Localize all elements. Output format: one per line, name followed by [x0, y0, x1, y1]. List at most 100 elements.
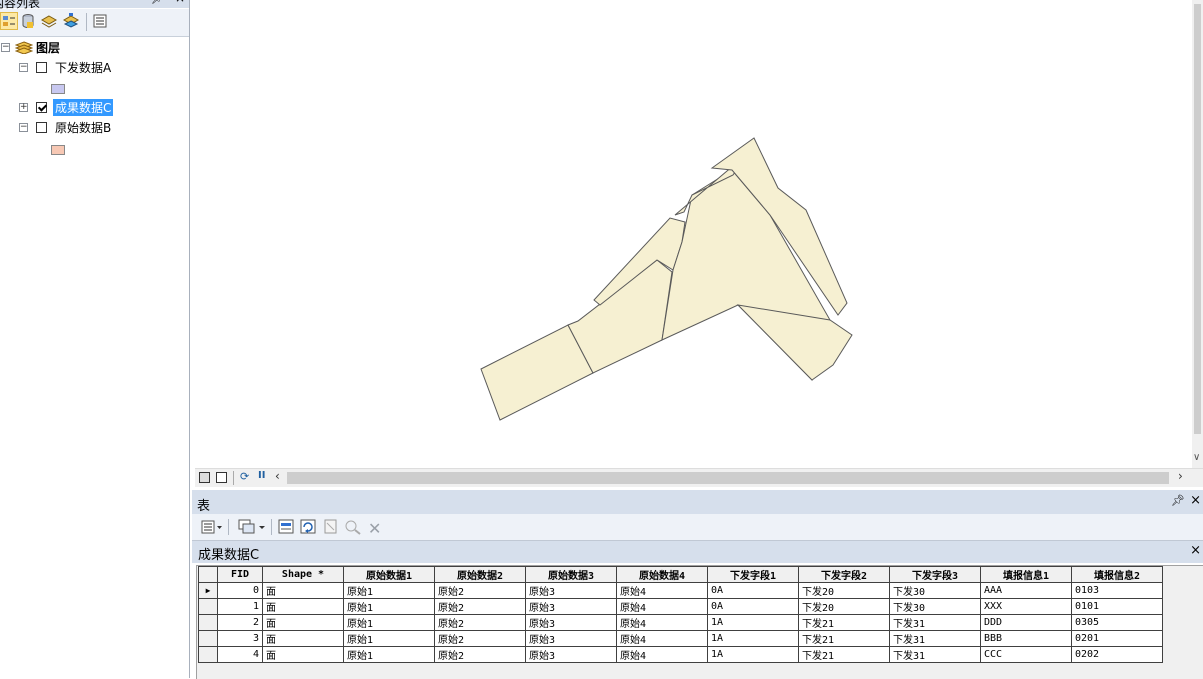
table-row[interactable]: ▶ 0 面原始1 原始2 原始3 原始4 0A 下发20 下发30 AAA 0103 — [198, 582, 1163, 599]
table-cell[interactable]: 4 — [217, 646, 263, 663]
table-cell[interactable]: 1 — [217, 598, 263, 615]
table-cell[interactable]: 0202 — [1071, 646, 1163, 663]
table-cell[interactable]: 下发21 — [798, 630, 890, 647]
column-header[interactable]: 下发字段3 — [889, 566, 981, 583]
table-cell[interactable]: 下发21 — [798, 646, 890, 663]
column-header[interactable]: 原始数据3 — [525, 566, 617, 583]
table-options-button[interactable] — [201, 520, 223, 537]
column-header[interactable]: 填报信息2 — [1071, 566, 1163, 583]
column-header[interactable]: 原始数据2 — [434, 566, 526, 583]
table-cell[interactable]: 0A — [707, 582, 799, 599]
row-selector[interactable] — [198, 630, 218, 647]
table-cell[interactable]: 面 — [262, 646, 344, 663]
layers-root-node[interactable]: − 图层 — [1, 38, 60, 56]
table-cell[interactable]: 原始1 — [343, 630, 435, 647]
table-cell[interactable]: 2 — [217, 614, 263, 631]
table-cell[interactable]: 原始2 — [434, 598, 526, 615]
table-cell[interactable]: BBB — [980, 630, 1072, 647]
table-cell[interactable]: 下发31 — [889, 630, 981, 647]
parcel-polygon[interactable] — [736, 304, 853, 381]
table-cell[interactable]: 面 — [262, 630, 344, 647]
table-cell[interactable]: 原始4 — [616, 582, 708, 599]
table-cell[interactable]: 原始2 — [434, 646, 526, 663]
map-view[interactable] — [195, 0, 1192, 468]
table-cell[interactable]: 下发21 — [798, 614, 890, 631]
table-cell[interactable]: CCC — [980, 646, 1072, 663]
collapse-icon[interactable]: − — [19, 62, 28, 72]
table-cell[interactable]: DDD — [980, 614, 1072, 631]
table-cell[interactable]: 原始3 — [525, 630, 617, 647]
table-cell[interactable]: 面 — [262, 582, 344, 599]
related-tables-button[interactable] — [238, 519, 266, 538]
refresh-icon[interactable]: ⟳ — [240, 470, 249, 483]
layer-row-a[interactable]: − 下发数据A — [19, 58, 111, 76]
layer-a-symbol-swatch[interactable] — [51, 84, 65, 94]
map-vertical-scrollbar[interactable]: ∨ — [1192, 0, 1203, 468]
table-row[interactable]: 2 面原始1 原始2 原始3 原始4 1A 下发21 下发31 DDD 0305 — [198, 614, 1163, 631]
column-header[interactable]: Shape * — [262, 566, 344, 583]
table-cell[interactable]: 原始1 — [343, 582, 435, 599]
table-cell[interactable]: 原始2 — [434, 630, 526, 647]
scroll-down-icon[interactable]: ∨ — [1193, 452, 1200, 463]
table-cell[interactable]: 面 — [262, 598, 344, 615]
table-cell[interactable]: 原始3 — [525, 582, 617, 599]
delete-selected-icon[interactable]: ✕ — [368, 519, 381, 538]
table-cell[interactable]: 原始3 — [525, 598, 617, 615]
scrollbar-thumb[interactable] — [1194, 4, 1201, 434]
row-selector-header[interactable] — [198, 566, 218, 583]
options-button[interactable] — [91, 12, 109, 30]
table-cell[interactable]: 下发30 — [889, 598, 981, 615]
table-cell[interactable]: 0103 — [1071, 582, 1163, 599]
table-cell[interactable]: 原始4 — [616, 614, 708, 631]
table-cell[interactable]: 1A — [707, 646, 799, 663]
list-by-visibility-button[interactable] — [40, 12, 58, 30]
column-header[interactable]: 下发字段2 — [798, 566, 890, 583]
table-cell[interactable]: 下发20 — [798, 582, 890, 599]
table-cell[interactable]: XXX — [980, 598, 1072, 615]
table-cell[interactable]: 原始4 — [616, 598, 708, 615]
scroll-right-icon[interactable]: › — [1178, 469, 1183, 483]
table-cell[interactable]: 0101 — [1071, 598, 1163, 615]
table-cell[interactable]: 原始4 — [616, 646, 708, 663]
column-header[interactable]: 原始数据4 — [616, 566, 708, 583]
layer-visibility-checkbox[interactable] — [36, 101, 47, 113]
table-cell[interactable]: 原始2 — [434, 614, 526, 631]
map-horizontal-scrollbar-thumb[interactable] — [287, 472, 1169, 484]
layer-visibility-checkbox[interactable] — [36, 61, 47, 73]
zoom-to-selected-button[interactable] — [344, 519, 362, 538]
switch-selection-button[interactable] — [300, 519, 318, 538]
table-cell[interactable]: 面 — [262, 614, 344, 631]
table-cell[interactable]: 0 — [217, 582, 263, 599]
column-header[interactable]: 原始数据1 — [343, 566, 435, 583]
collapse-icon[interactable]: − — [1, 42, 10, 52]
row-selector[interactable] — [198, 646, 218, 663]
table-cell[interactable]: 1A — [707, 630, 799, 647]
table-cell[interactable]: 下发31 — [889, 646, 981, 663]
table-row[interactable]: 3 面原始1 原始2 原始3 原始4 1A 下发21 下发31 BBB 0201 — [198, 630, 1163, 647]
column-header[interactable]: 填报信息1 — [980, 566, 1072, 583]
table-cell[interactable]: 0305 — [1071, 614, 1163, 631]
layer-row-b[interactable]: − 原始数据B — [19, 118, 111, 136]
pin-icon[interactable]: 📌︎ — [1171, 494, 1185, 507]
table-cell[interactable]: AAA — [980, 582, 1072, 599]
table-cell[interactable]: 原始2 — [434, 582, 526, 599]
layer-row-c[interactable]: + 成果数据C — [19, 98, 114, 116]
table-cell[interactable]: 原始4 — [616, 630, 708, 647]
list-by-source-button[interactable] — [19, 12, 37, 30]
table-row[interactable]: 4 面原始1 原始2 原始3 原始4 1A 下发21 下发31 CCC 0202 — [198, 646, 1163, 663]
table-cell[interactable]: 1A — [707, 614, 799, 631]
pause-icon[interactable]: II — [258, 470, 265, 481]
table-cell[interactable]: 3 — [217, 630, 263, 647]
table-cell[interactable]: 原始1 — [343, 614, 435, 631]
table-cell[interactable]: 下发30 — [889, 582, 981, 599]
clear-selection-button[interactable] — [324, 519, 338, 538]
column-header[interactable]: 下发字段1 — [707, 566, 799, 583]
table-cell[interactable]: 原始1 — [343, 598, 435, 615]
expand-icon[interactable]: + — [19, 102, 28, 112]
close-tab-button[interactable]: × — [1190, 543, 1201, 558]
table-tab[interactable]: 成果数据C × — [192, 540, 1203, 563]
layer-b-symbol-swatch[interactable] — [51, 145, 65, 155]
list-by-selection-button[interactable] — [62, 12, 80, 30]
list-by-drawing-order-button[interactable] — [0, 12, 18, 30]
collapse-icon[interactable]: − — [19, 122, 28, 132]
